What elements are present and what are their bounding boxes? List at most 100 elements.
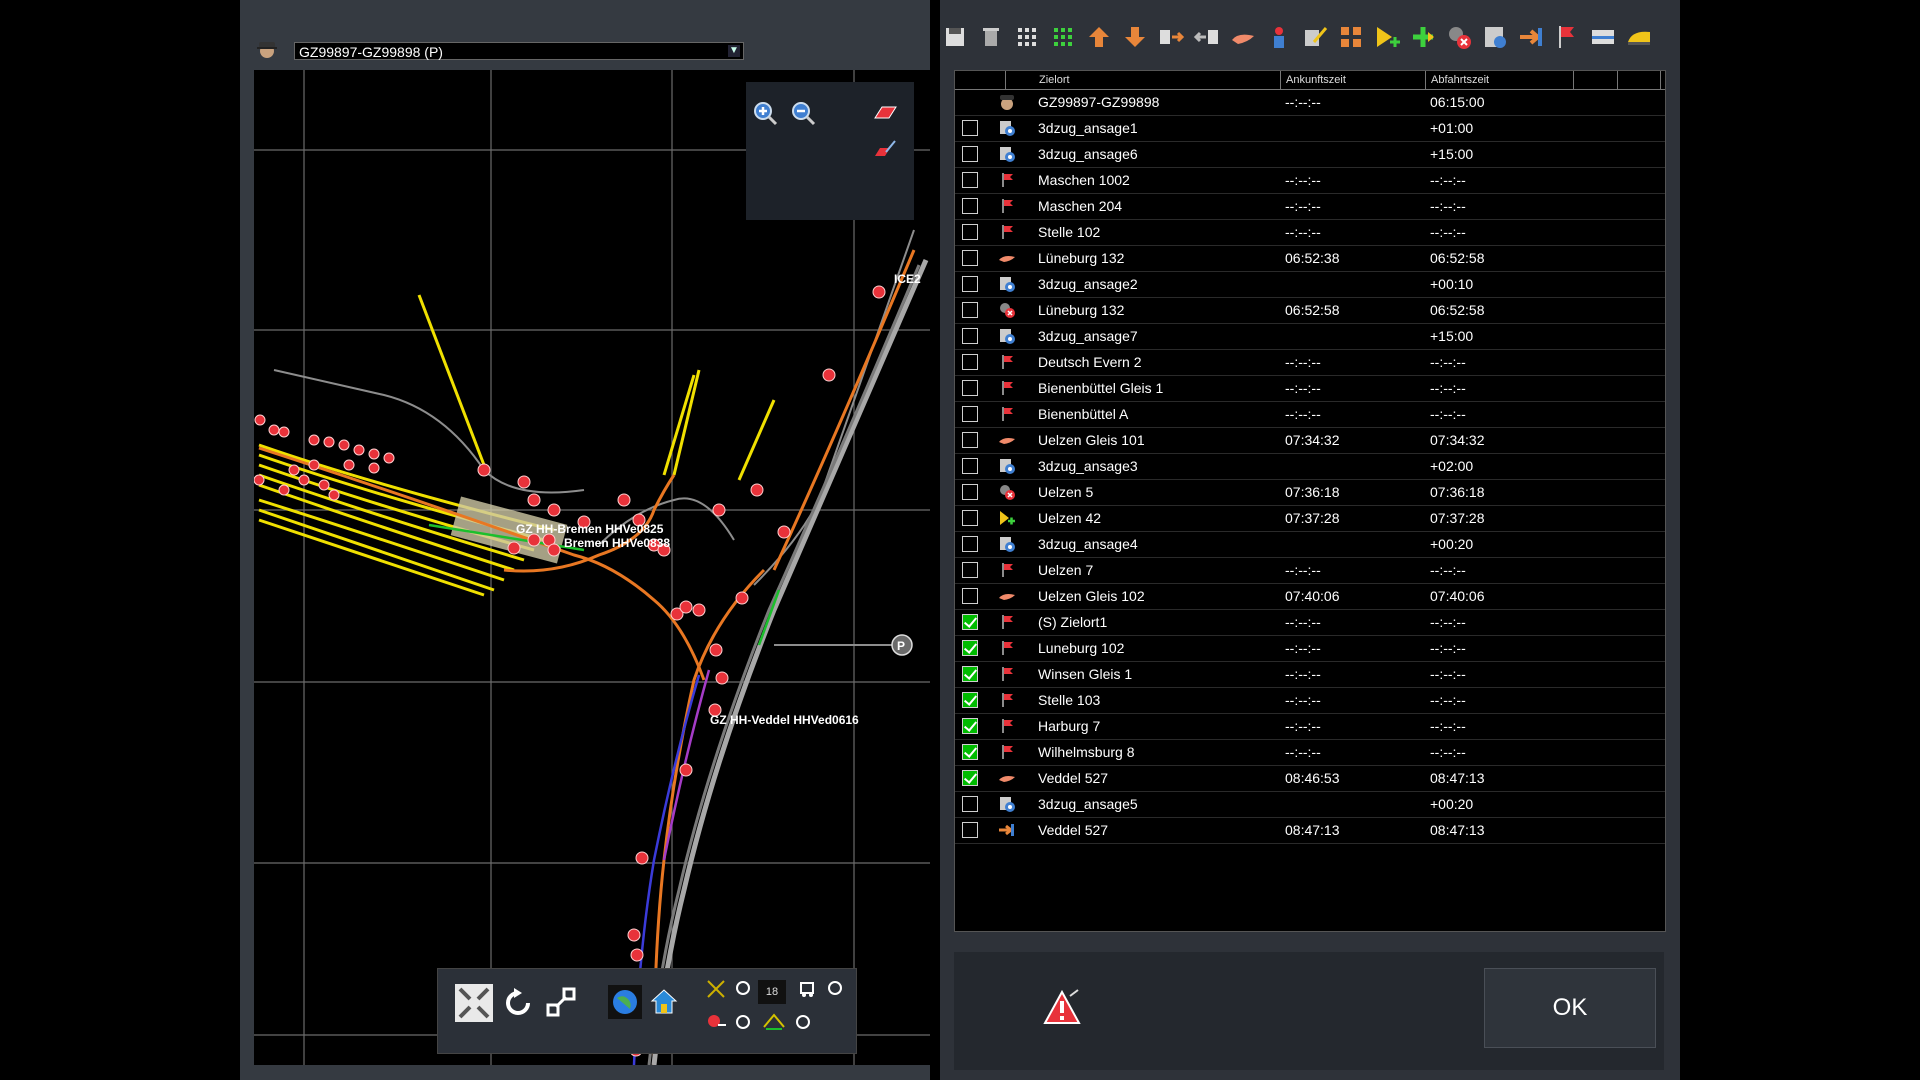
table-row[interactable]: Uelzen Gleis 102 07:40:06 07:40:06 <box>955 584 1665 610</box>
move-down-icon[interactable] <box>1120 22 1150 52</box>
row-checkbox[interactable] <box>962 796 978 812</box>
row-checkbox[interactable] <box>962 562 978 578</box>
row-checkbox[interactable] <box>962 822 978 838</box>
row-checkbox[interactable] <box>962 536 978 552</box>
globe-icon[interactable] <box>608 985 642 1019</box>
table-row[interactable]: Lüneburg 132 06:52:58 06:52:58 <box>955 298 1665 324</box>
toggle-circle-3[interactable] <box>734 1013 752 1031</box>
flag-icon[interactable] <box>1552 22 1582 52</box>
table-row[interactable]: Uelzen Gleis 101 07:34:32 07:34:32 <box>955 428 1665 454</box>
table-row[interactable]: (S) Zielort1 --:--:-- --:--:-- <box>955 610 1665 636</box>
layout-icon[interactable] <box>1336 22 1366 52</box>
hand-stop-icon[interactable] <box>1228 22 1258 52</box>
table-row[interactable]: Luneburg 102 --:--:-- --:--:-- <box>955 636 1665 662</box>
eraser-icon[interactable] <box>872 100 898 126</box>
home-icon[interactable] <box>648 985 680 1017</box>
warning-icon[interactable] <box>1042 988 1082 1028</box>
track-view-icon[interactable] <box>1588 22 1618 52</box>
train-tool-icon[interactable] <box>798 979 818 999</box>
row-checkbox[interactable] <box>962 198 978 214</box>
save-icon[interactable] <box>940 22 970 52</box>
table-row[interactable]: 3dzug_ansage3 +02:00 <box>955 454 1665 480</box>
row-checkbox[interactable] <box>962 250 978 266</box>
row-checkbox[interactable] <box>962 510 978 526</box>
link-icon[interactable] <box>544 985 580 1021</box>
table-row[interactable]: Stelle 103 --:--:-- --:--:-- <box>955 688 1665 714</box>
zoom-in-icon[interactable] <box>752 100 778 126</box>
route-tool-icon[interactable] <box>762 1009 786 1031</box>
transfer-arrow-icon[interactable] <box>1516 22 1546 52</box>
toggle-circle-1[interactable] <box>734 979 752 997</box>
track-map[interactable]: P GZ HH-Bremen HHVe0825 Bremen HHVe0838 … <box>254 70 930 1065</box>
rotate-icon[interactable] <box>500 985 536 1021</box>
table-row[interactable]: Deutsch Evern 2 --:--:-- --:--:-- <box>955 350 1665 376</box>
row-checkbox[interactable] <box>962 692 978 708</box>
row-checkbox[interactable] <box>962 276 978 292</box>
table-row[interactable]: Maschen 1002 --:--:-- --:--:-- <box>955 168 1665 194</box>
edit-track-icon[interactable] <box>872 136 898 162</box>
row-checkbox[interactable] <box>962 458 978 474</box>
table-row[interactable]: Maschen 204 --:--:-- --:--:-- <box>955 194 1665 220</box>
row-checkbox[interactable] <box>962 120 978 136</box>
row-checkbox[interactable] <box>962 432 978 448</box>
table-row[interactable]: 3dzug_ansage1 +01:00 <box>955 116 1665 142</box>
column-header-departure[interactable]: Abfahrtszeit <box>1431 74 1489 86</box>
row-checkbox[interactable] <box>962 354 978 370</box>
row-checkbox[interactable] <box>962 744 978 760</box>
vehicle-tool-icon[interactable] <box>706 1011 728 1031</box>
table-row[interactable]: 3dzug_ansage4 +00:20 <box>955 532 1665 558</box>
zoom-out-icon[interactable] <box>790 100 816 126</box>
table-row[interactable]: Uelzen 42 07:37:28 07:37:28 <box>955 506 1665 532</box>
row-checkbox[interactable] <box>962 328 978 344</box>
add-icon[interactable] <box>1408 22 1438 52</box>
row-checkbox[interactable] <box>962 146 978 162</box>
row-checkbox[interactable] <box>962 588 978 604</box>
signal-tool-icon[interactable] <box>706 979 726 999</box>
column-header-arrival[interactable]: Ankunftszeit <box>1286 74 1346 86</box>
table-row[interactable]: Wilhelmsburg 8 --:--:-- --:--:-- <box>955 740 1665 766</box>
fit-view-icon[interactable] <box>454 983 494 1023</box>
decouple-icon[interactable] <box>1192 22 1222 52</box>
couple-icon[interactable] <box>1156 22 1186 52</box>
table-row[interactable]: GZ99897-GZ99898 --:--:-- 06:15:00 <box>955 90 1665 116</box>
row-checkbox[interactable] <box>962 614 978 630</box>
row-checkbox[interactable] <box>962 224 978 240</box>
row-checkbox[interactable] <box>962 406 978 422</box>
remove-icon[interactable] <box>1444 22 1474 52</box>
chevron-down-icon[interactable]: ▼ <box>728 45 740 57</box>
table-row[interactable]: Uelzen 5 07:36:18 07:36:18 <box>955 480 1665 506</box>
row-checkbox[interactable] <box>962 718 978 734</box>
table-row[interactable]: Bienenbüttel Gleis 1 --:--:-- --:--:-- <box>955 376 1665 402</box>
grid-green-icon[interactable] <box>1048 22 1078 52</box>
train-icon[interactable] <box>1624 22 1654 52</box>
move-up-icon[interactable] <box>1084 22 1114 52</box>
row-checkbox[interactable] <box>962 484 978 500</box>
table-row[interactable]: 3dzug_ansage6 +15:00 <box>955 142 1665 168</box>
table-row[interactable]: Lüneburg 132 06:52:38 06:52:58 <box>955 246 1665 272</box>
train-selector[interactable]: GZ99897-GZ99898 (P) ▼ <box>294 42 744 60</box>
table-row[interactable]: Stelle 102 --:--:-- --:--:-- <box>955 220 1665 246</box>
table-row[interactable]: 3dzug_ansage7 +15:00 <box>955 324 1665 350</box>
ok-button[interactable]: OK <box>1484 968 1656 1048</box>
column-header-place[interactable]: Zielort <box>1039 74 1070 86</box>
table-row[interactable]: 3dzug_ansage2 +00:10 <box>955 272 1665 298</box>
table-row[interactable]: Veddel 527 08:47:13 08:47:13 <box>955 818 1665 844</box>
row-checkbox[interactable] <box>962 666 978 682</box>
row-checkbox[interactable] <box>962 770 978 786</box>
grid-white-icon[interactable] <box>1012 22 1042 52</box>
toggle-circle-2[interactable] <box>826 979 844 997</box>
add-route-icon[interactable] <box>1372 22 1402 52</box>
row-checkbox[interactable] <box>962 302 978 318</box>
toggle-circle-4[interactable] <box>794 1013 812 1031</box>
table-row[interactable]: Harburg 7 --:--:-- --:--:-- <box>955 714 1665 740</box>
table-row[interactable]: Winsen Gleis 1 --:--:-- --:--:-- <box>955 662 1665 688</box>
table-row[interactable]: Uelzen 7 --:--:-- --:--:-- <box>955 558 1665 584</box>
trash-icon[interactable] <box>976 22 1006 52</box>
script-settings-icon[interactable] <box>1480 22 1510 52</box>
table-row[interactable]: Veddel 527 08:46:53 08:47:13 <box>955 766 1665 792</box>
row-checkbox[interactable] <box>962 380 978 396</box>
row-checkbox[interactable] <box>962 640 978 656</box>
edit-list-icon[interactable] <box>1300 22 1330 52</box>
row-checkbox[interactable] <box>962 172 978 188</box>
passenger-icon[interactable] <box>1264 22 1294 52</box>
